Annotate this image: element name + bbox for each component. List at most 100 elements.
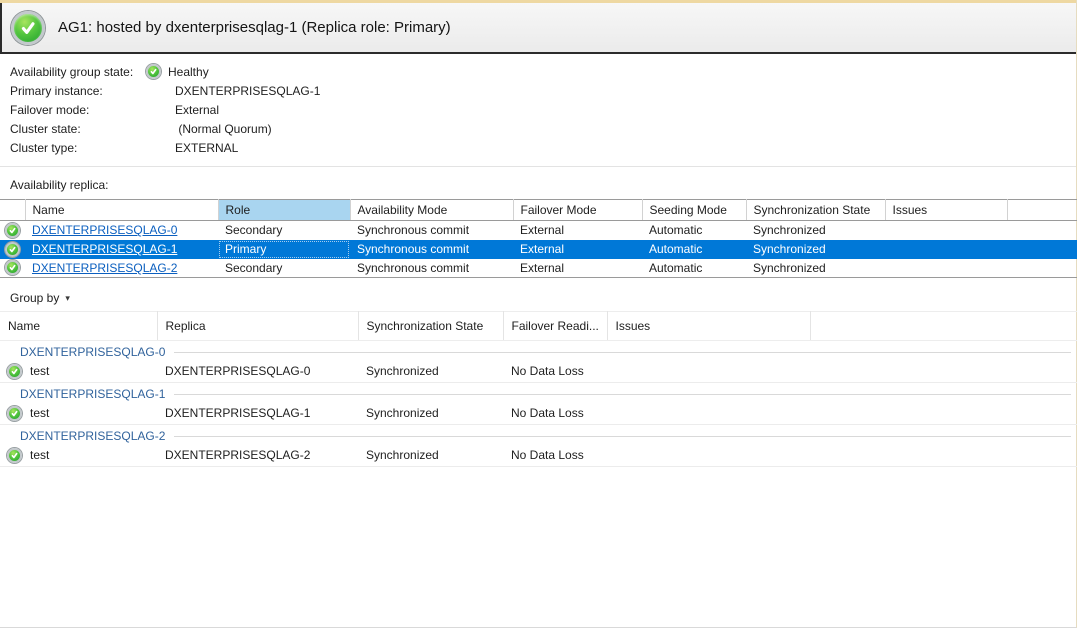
cell-name: test	[0, 361, 157, 383]
replica-row-0[interactable]: DXENTERPRISESQLAG-0 Secondary Synchronou…	[0, 221, 1077, 240]
healthy-check-icon	[5, 260, 20, 275]
cell-issues	[885, 259, 1007, 278]
icon-column-header	[0, 200, 25, 221]
cell-seeding-mode: Automatic	[642, 221, 746, 240]
group-by-dropdown[interactable]: Group by ▾	[10, 291, 70, 305]
cell-failover-readiness: No Data Loss	[503, 445, 607, 467]
healthy-check-icon	[11, 11, 45, 45]
row-status-cell	[0, 240, 25, 259]
availability-replica-table: Name Role Availability Mode Failover Mod…	[0, 199, 1077, 278]
cell-name: DXENTERPRISESQLAG-0	[25, 221, 218, 240]
column-header-issues[interactable]: Issues	[607, 312, 810, 341]
cell-synchronization-state: Synchronized	[746, 240, 885, 259]
cell-role: Secondary	[218, 221, 350, 240]
summary-row-failover-mode: Failover mode: External	[10, 100, 1076, 119]
cell-synchronization-state: Synchronized	[358, 403, 503, 425]
column-header-replica[interactable]: Replica	[157, 312, 358, 341]
database-row-0[interactable]: test DXENTERPRISESQLAG-0 Synchronized No…	[0, 361, 1077, 383]
row-status-cell	[0, 221, 25, 240]
cell-synchronization-state: Synchronized	[358, 361, 503, 383]
group-header-row-1[interactable]: DXENTERPRISESQLAG-1	[0, 383, 1077, 403]
page-title: AG1: hosted by dxenterprisesqlag-1 (Repl…	[58, 19, 451, 36]
replica-row-2[interactable]: DXENTERPRISESQLAG-2 Secondary Synchronou…	[0, 259, 1077, 278]
cluster-state-value: (Normal Quorum)	[175, 122, 272, 136]
group-header-row-0[interactable]: DXENTERPRISESQLAG-0	[0, 341, 1077, 361]
database-name: test	[30, 448, 49, 462]
cell-filler	[810, 361, 1077, 383]
cell-failover-readiness: No Data Loss	[503, 403, 607, 425]
filler-column-header	[810, 312, 1077, 341]
cell-filler	[810, 445, 1077, 467]
database-row-2[interactable]: test DXENTERPRISESQLAG-2 Synchronized No…	[0, 445, 1077, 467]
state-label: Availability group state:	[10, 65, 146, 79]
cell-role: Secondary	[218, 259, 350, 278]
cell-synchronization-state: Synchronized	[746, 221, 885, 240]
cell-seeding-mode: Automatic	[642, 240, 746, 259]
column-header-failover-mode[interactable]: Failover Mode	[513, 200, 642, 221]
database-row-1[interactable]: test DXENTERPRISESQLAG-1 Synchronized No…	[0, 403, 1077, 425]
healthy-check-icon	[7, 406, 22, 421]
cell-role: Primary	[218, 240, 350, 259]
chevron-down-icon: ▾	[65, 293, 70, 304]
cell-seeding-mode: Automatic	[642, 259, 746, 278]
failover-mode-label: Failover mode:	[10, 103, 175, 117]
healthy-check-icon	[7, 448, 22, 463]
healthy-check-icon	[146, 64, 161, 79]
cell-failover-mode: External	[513, 240, 642, 259]
database-name: test	[30, 364, 49, 378]
group-name: DXENTERPRISESQLAG-0	[20, 345, 165, 359]
cell-availability-mode: Synchronous commit	[350, 259, 513, 278]
group-divider-line	[174, 352, 1071, 353]
group-divider-line	[174, 394, 1071, 395]
column-header-name[interactable]: Name	[0, 312, 157, 341]
cell-replica: DXENTERPRISESQLAG-0	[157, 361, 358, 383]
column-header-synchronization-state[interactable]: Synchronization State	[746, 200, 885, 221]
dashboard-header: AG1: hosted by dxenterprisesqlag-1 (Repl…	[0, 3, 1076, 54]
group-by-label: Group by	[10, 291, 59, 305]
cell-synchronization-state: Synchronized	[746, 259, 885, 278]
column-header-synchronization-state[interactable]: Synchronization State	[358, 312, 503, 341]
replica-link[interactable]: DXENTERPRISESQLAG-1	[32, 242, 177, 256]
section-divider	[0, 166, 1076, 167]
column-header-name[interactable]: Name	[25, 200, 218, 221]
cell-name: test	[0, 403, 157, 425]
cell-failover-readiness: No Data Loss	[503, 361, 607, 383]
cell-issues	[607, 403, 810, 425]
cell-filler	[1007, 240, 1077, 259]
cluster-state-label: Cluster state:	[10, 122, 175, 136]
group-header-row-2[interactable]: DXENTERPRISESQLAG-2	[0, 425, 1077, 445]
cell-replica: DXENTERPRISESQLAG-2	[157, 445, 358, 467]
replica-link[interactable]: DXENTERPRISESQLAG-0	[32, 223, 177, 237]
cell-name: DXENTERPRISESQLAG-1	[25, 240, 218, 259]
row-status-cell	[0, 259, 25, 278]
column-header-failover-readiness[interactable]: Failover Readi...	[503, 312, 607, 341]
column-header-availability-mode[interactable]: Availability Mode	[350, 200, 513, 221]
primary-instance-label: Primary instance:	[10, 84, 175, 98]
cell-availability-mode: Synchronous commit	[350, 221, 513, 240]
ag-dashboard-window: AG1: hosted by dxenterprisesqlag-1 (Repl…	[0, 0, 1076, 467]
cell-failover-mode: External	[513, 259, 642, 278]
healthy-check-icon	[5, 223, 20, 238]
summary-row-cluster-type: Cluster type: EXTERNAL	[10, 138, 1076, 157]
column-header-seeding-mode[interactable]: Seeding Mode	[642, 200, 746, 221]
column-header-role[interactable]: Role	[218, 200, 350, 221]
filler-column-header	[1007, 200, 1077, 221]
replica-link[interactable]: DXENTERPRISESQLAG-2	[32, 261, 177, 275]
group-name: DXENTERPRISESQLAG-1	[20, 387, 165, 401]
cell-issues	[885, 240, 1007, 259]
healthy-check-icon	[5, 242, 20, 257]
cell-replica: DXENTERPRISESQLAG-1	[157, 403, 358, 425]
column-header-issues[interactable]: Issues	[885, 200, 1007, 221]
replica-row-1-selected[interactable]: DXENTERPRISESQLAG-1 Primary Synchronous …	[0, 240, 1077, 259]
cell-failover-mode: External	[513, 221, 642, 240]
summary-row-state: Availability group state: Healthy	[10, 62, 1076, 81]
cell-synchronization-state: Synchronized	[358, 445, 503, 467]
cell-filler	[1007, 221, 1077, 240]
cell-issues	[607, 445, 810, 467]
ag-summary: Availability group state: Healthy Primar…	[0, 54, 1076, 159]
cell-issues	[607, 361, 810, 383]
group-name: DXENTERPRISESQLAG-2	[20, 429, 165, 443]
database-name: test	[30, 406, 49, 420]
group-divider-line	[174, 436, 1071, 437]
cell-filler	[1007, 259, 1077, 278]
